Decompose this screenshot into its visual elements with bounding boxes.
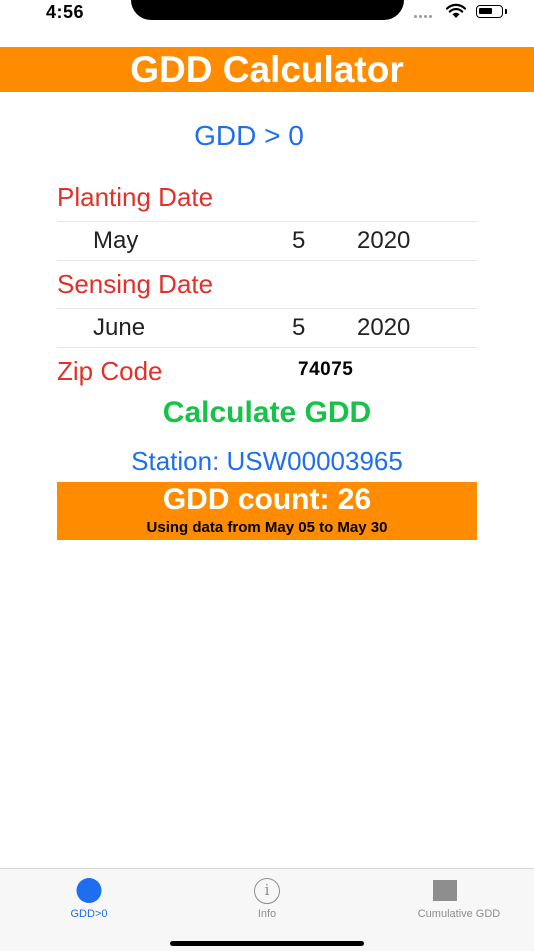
zip-code-label: Zip Code	[57, 356, 163, 386]
screen-notch	[131, 0, 404, 20]
planting-date-label: Planting Date	[57, 182, 214, 212]
home-indicator[interactable]	[170, 941, 364, 946]
sensing-date-label: Sensing Date	[57, 269, 214, 299]
station-id: Station: USW00003965	[131, 446, 403, 476]
gdd-count: GDD count: 26	[162, 483, 372, 516]
planting-date-picker[interactable]: May 5 2020	[57, 221, 477, 261]
cellular-signal-icon	[414, 8, 440, 19]
tab-cumulative-gdd[interactable]: Cumulative GDD	[356, 869, 534, 929]
info-icon: i	[254, 878, 280, 904]
filled-circle-icon	[76, 878, 102, 903]
sensing-year[interactable]: 2020	[357, 314, 410, 342]
tab-label: GDD>0	[70, 908, 108, 920]
gdd-data-range: Using data from May 05 to May 30	[146, 519, 388, 536]
tab-bar: GDD>0 i Info Cumulative GDD	[0, 868, 534, 951]
app-header: GDD Calculator	[0, 47, 534, 92]
status-time: 4:56	[46, 2, 85, 22]
app-title: GDD Calculator	[130, 49, 404, 90]
battery-icon	[476, 5, 507, 18]
tab-gdd-greater-zero[interactable]: GDD>0	[0, 869, 178, 929]
wifi-icon	[445, 3, 467, 18]
calculate-gdd-button[interactable]: Calculate GDD	[0, 395, 534, 431]
sensing-date-picker[interactable]: June 5 2020	[57, 308, 477, 348]
mode-title: GDD > 0	[194, 120, 304, 151]
square-icon	[433, 880, 457, 901]
tab-label: Cumulative GDD	[417, 908, 501, 920]
planting-day[interactable]: 5	[292, 227, 305, 255]
tab-label: Info	[257, 908, 277, 920]
tab-info[interactable]: i Info	[178, 869, 356, 929]
planting-month[interactable]: May	[93, 227, 138, 255]
status-bar: 4:56	[0, 0, 534, 40]
planting-year[interactable]: 2020	[357, 227, 410, 255]
sensing-day[interactable]: 5	[292, 314, 305, 342]
zip-code-field[interactable]: 74075	[298, 359, 353, 381]
sensing-month[interactable]: June	[93, 314, 145, 342]
gdd-result-box: GDD count: 26 Using data from May 05 to …	[57, 482, 477, 540]
